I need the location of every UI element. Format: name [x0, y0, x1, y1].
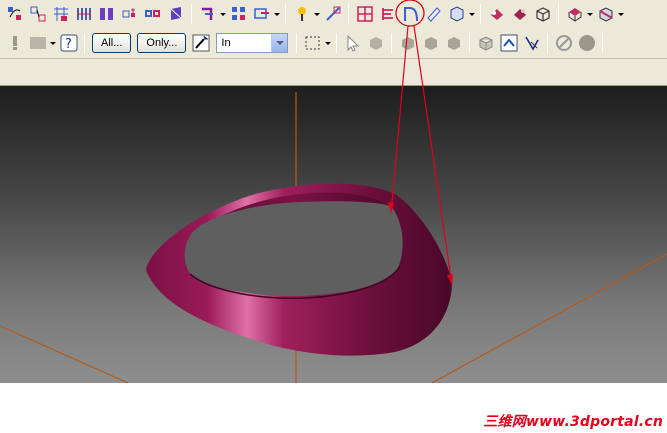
isometric-icon[interactable]: [476, 33, 496, 53]
3d-viewport[interactable]: [0, 86, 667, 383]
hinge-icon[interactable]: [499, 33, 519, 53]
toolbar-area: ? All... Only... In: [0, 0, 667, 86]
fillet-surface-icon[interactable]: [378, 4, 398, 24]
lofted-icon[interactable]: [74, 4, 94, 24]
selection-box-dropdown-icon[interactable]: [324, 33, 332, 53]
network-icon[interactable]: [51, 4, 71, 24]
disabled-icon: [28, 33, 48, 53]
no-entry-icon: [554, 33, 574, 53]
blend-icon[interactable]: [198, 4, 218, 24]
select-arrow-icon[interactable]: [343, 33, 363, 53]
toolbar-separator: [84, 33, 85, 53]
shaded-view-icon[interactable]: [424, 4, 444, 24]
filter-select-value: In: [221, 37, 231, 49]
material-icon[interactable]: [596, 4, 616, 24]
magic-wand-icon[interactable]: [191, 33, 211, 53]
warning-icon[interactable]: [5, 33, 25, 53]
disabled-dropdown-icon: [49, 33, 57, 53]
viewport-scene: [0, 92, 667, 383]
watermark-text: 三维网www.3dportal.cn: [483, 414, 663, 430]
material-dropdown-icon[interactable]: [617, 4, 625, 24]
toolbar-separator: [480, 4, 481, 24]
solid-icon: [366, 33, 386, 53]
toolbar-separator: [602, 33, 604, 53]
component-dropdown-icon[interactable]: [468, 4, 476, 24]
toolbar-separator: [469, 33, 471, 53]
toolbar-separator: [558, 4, 559, 24]
face-icon: [398, 33, 418, 53]
filter-select[interactable]: In: [216, 33, 289, 53]
curve-icon[interactable]: [5, 4, 25, 24]
display-mode-icon[interactable]: [565, 4, 585, 24]
hide-icon[interactable]: [487, 4, 507, 24]
pen-select-icon[interactable]: [522, 33, 542, 53]
render-icon[interactable]: [533, 4, 553, 24]
edge-icon: [421, 33, 441, 53]
offset-icon[interactable]: [292, 4, 312, 24]
swept-icon[interactable]: [97, 4, 117, 24]
help-icon[interactable]: ?: [59, 33, 79, 53]
toolbar-separator: [296, 33, 298, 53]
select-all-button[interactable]: All...: [92, 33, 132, 53]
toolbar-separator: [285, 4, 286, 24]
toolbar-row-3: [0, 58, 667, 86]
x-axis-line-left: [0, 325, 129, 383]
display-mode-dropdown-icon[interactable]: [586, 4, 594, 24]
selection-box-icon[interactable]: [303, 33, 323, 53]
extrude-icon[interactable]: [143, 4, 163, 24]
shell-icon[interactable]: [401, 4, 421, 24]
toolbar-separator: [348, 4, 349, 24]
revolved-icon[interactable]: [120, 4, 140, 24]
x-axis-line-right: [431, 253, 667, 383]
vertex-icon: [444, 33, 464, 53]
trim-icon[interactable]: [229, 4, 249, 24]
ruled-surface-icon[interactable]: [28, 4, 48, 24]
blend-dropdown-icon[interactable]: [219, 4, 227, 24]
component-icon[interactable]: [447, 4, 467, 24]
toolbar-row-1: [0, 0, 667, 28]
toolbar-separator: [547, 33, 549, 53]
skin-icon[interactable]: [166, 4, 186, 24]
svg-text:?: ?: [65, 37, 72, 52]
toolbar-row-2: ? All... Only... In: [0, 29, 667, 57]
offset-dropdown-icon[interactable]: [313, 4, 321, 24]
sew-dropdown-icon[interactable]: [273, 4, 281, 24]
view-orient-icon[interactable]: [323, 4, 343, 24]
hatch-surface-icon[interactable]: [355, 4, 375, 24]
select-only-button[interactable]: Only...: [137, 33, 187, 53]
toolbar-separator: [191, 4, 192, 24]
toolbar-separator: [391, 33, 393, 53]
chevron-down-icon[interactable]: [271, 34, 288, 52]
wireframe-icon[interactable]: [510, 4, 530, 24]
sew-icon[interactable]: [252, 4, 272, 24]
toolbar-separator: [336, 33, 338, 53]
sphere-icon: [577, 33, 597, 53]
